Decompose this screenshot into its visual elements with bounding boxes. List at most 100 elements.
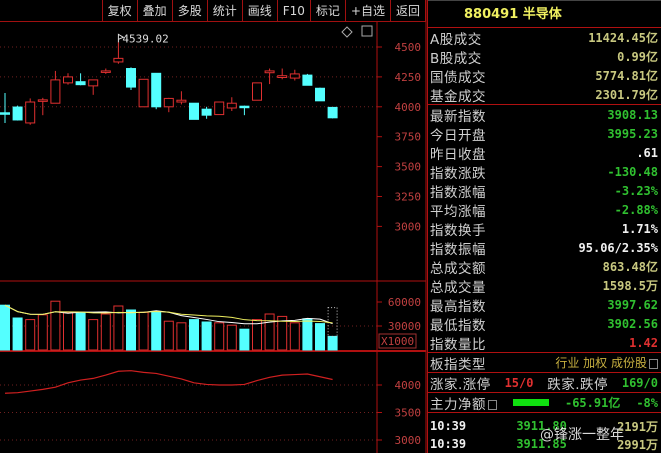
stat-row: 指数振幅 95.06/2.35% [428,238,661,258]
stat-label: 指数量比 [430,336,486,353]
candle-body [214,101,225,116]
index-type-value[interactable]: 行业 加权 成份股 [555,354,658,371]
stat-value: 1598.5万 [602,279,658,293]
candle-body [50,79,61,104]
stat-value: 11424.45亿 [588,31,658,45]
volume-bar [63,311,73,351]
stat-label: 指数振幅 [430,241,486,258]
stat-label: 最高指数 [430,298,486,315]
candle-body [63,76,73,84]
candle [327,106,338,119]
candle-body [37,99,48,102]
index-type-row: 板指类型 行业 加权 成份股 [428,353,661,373]
stat-label: A股成交 [430,31,482,48]
candle [63,73,73,85]
stat-label: 平均涨幅 [430,203,486,220]
price-axis-label: 4250 [395,71,422,84]
candle [289,69,300,81]
watermark: @锋涨一整年 [540,427,624,443]
volume-bar [12,317,23,351]
volume-bar [302,318,313,351]
candle [25,98,36,125]
up-label: 涨家.涨停 [430,376,491,393]
candle-body [264,70,275,74]
indicator-axis-label: 3500 [395,407,422,420]
candle [264,68,275,85]
volume-bar [100,313,111,351]
indicator-line [4,370,333,394]
candle-body [289,73,300,79]
stat-value: 1.42 [629,335,658,350]
stat-row: 昨日收盘 .61 [428,143,661,163]
stat-row: 今日开盘 3995.23 [428,124,661,144]
volume-unit-label: X1000 [381,335,414,348]
tick-time: 10:39 [430,419,467,433]
stat-value: 3908.13 [607,107,658,122]
volume-axis-label: 60000 [388,296,421,309]
volume-bar [25,319,36,351]
volume-bar [201,321,212,351]
stat-row: A股成交 11424.45亿 [428,28,661,48]
candle [189,102,199,120]
candle [163,97,174,113]
stat-row: 指数涨幅 -3.23% [428,181,661,201]
volume-bar [264,313,275,351]
stat-label: 最低指数 [430,317,486,334]
kline-chart[interactable]: 4500 4250 4000 3750 3500 3250 3000 4539.02 60000… [0,0,427,453]
up-down-row: 涨家.涨停 15/0 跌家.跌停 169/0 [428,373,661,393]
volume-bar [327,335,338,351]
candle-body [100,70,111,73]
price-axis-label: 3750 [395,131,422,144]
candle-body [163,97,174,108]
diamond-icon [341,26,353,38]
candle [100,68,111,74]
stat-value: 3902.56 [607,316,658,331]
volume-bar [315,323,325,351]
stat-value: -2.88% [614,202,658,217]
main-flow-row: 主力净额 -65.91亿 -8% [428,393,661,413]
candle [226,97,237,111]
candle [277,68,288,80]
volume-axis-label: 30000 [388,320,421,333]
candle-body [0,112,10,115]
candle-body [277,75,288,78]
indicator-axis-label: 4000 [395,379,422,392]
volume-bar [239,328,250,351]
stat-label: 今日开盘 [430,127,486,144]
index-type-label: 板指类型 [430,356,486,373]
candle-body [126,68,136,88]
stat-value: 5774.81亿 [595,69,658,83]
candle [302,73,313,86]
volume-bar [0,304,10,351]
stat-label: 总成交量 [430,279,486,296]
candle [0,93,10,123]
stat-value: -3.23% [614,183,658,198]
stat-row: 基金成交 2301.79亿 [428,85,661,105]
flow-label: 主力净额 [430,396,486,413]
stat-row: 最新指数 3908.13 [428,105,661,125]
tick-time: 10:39 [430,437,467,451]
candle-body [12,106,23,121]
list-icon[interactable] [649,358,658,369]
candle-body [25,101,36,124]
stat-row: 总成交量 1598.5万 [428,276,661,296]
candle-body [113,57,124,63]
candle-body [226,102,237,109]
candle-body [315,87,325,102]
stat-row: 指数量比 1.42 [428,333,661,353]
list-icon[interactable] [488,399,497,410]
candle [126,67,136,91]
candle [50,70,61,104]
candle [252,82,262,101]
stat-label: 国债成交 [430,69,486,86]
stat-row: 国债成交 5774.81亿 [428,66,661,86]
price-axis-label: 4500 [395,41,422,54]
candle-body [239,105,250,109]
volume-bar [88,319,99,351]
candle [12,105,23,121]
down-value: 169/0 [621,375,658,390]
quote-panel: 880491 半导体 A股成交 11424.45亿 B股成交 0.99亿 国债成交 577… [427,0,661,453]
candle-body [151,72,162,108]
candle [214,101,225,116]
high-price-label: 4539.02 [122,32,168,45]
